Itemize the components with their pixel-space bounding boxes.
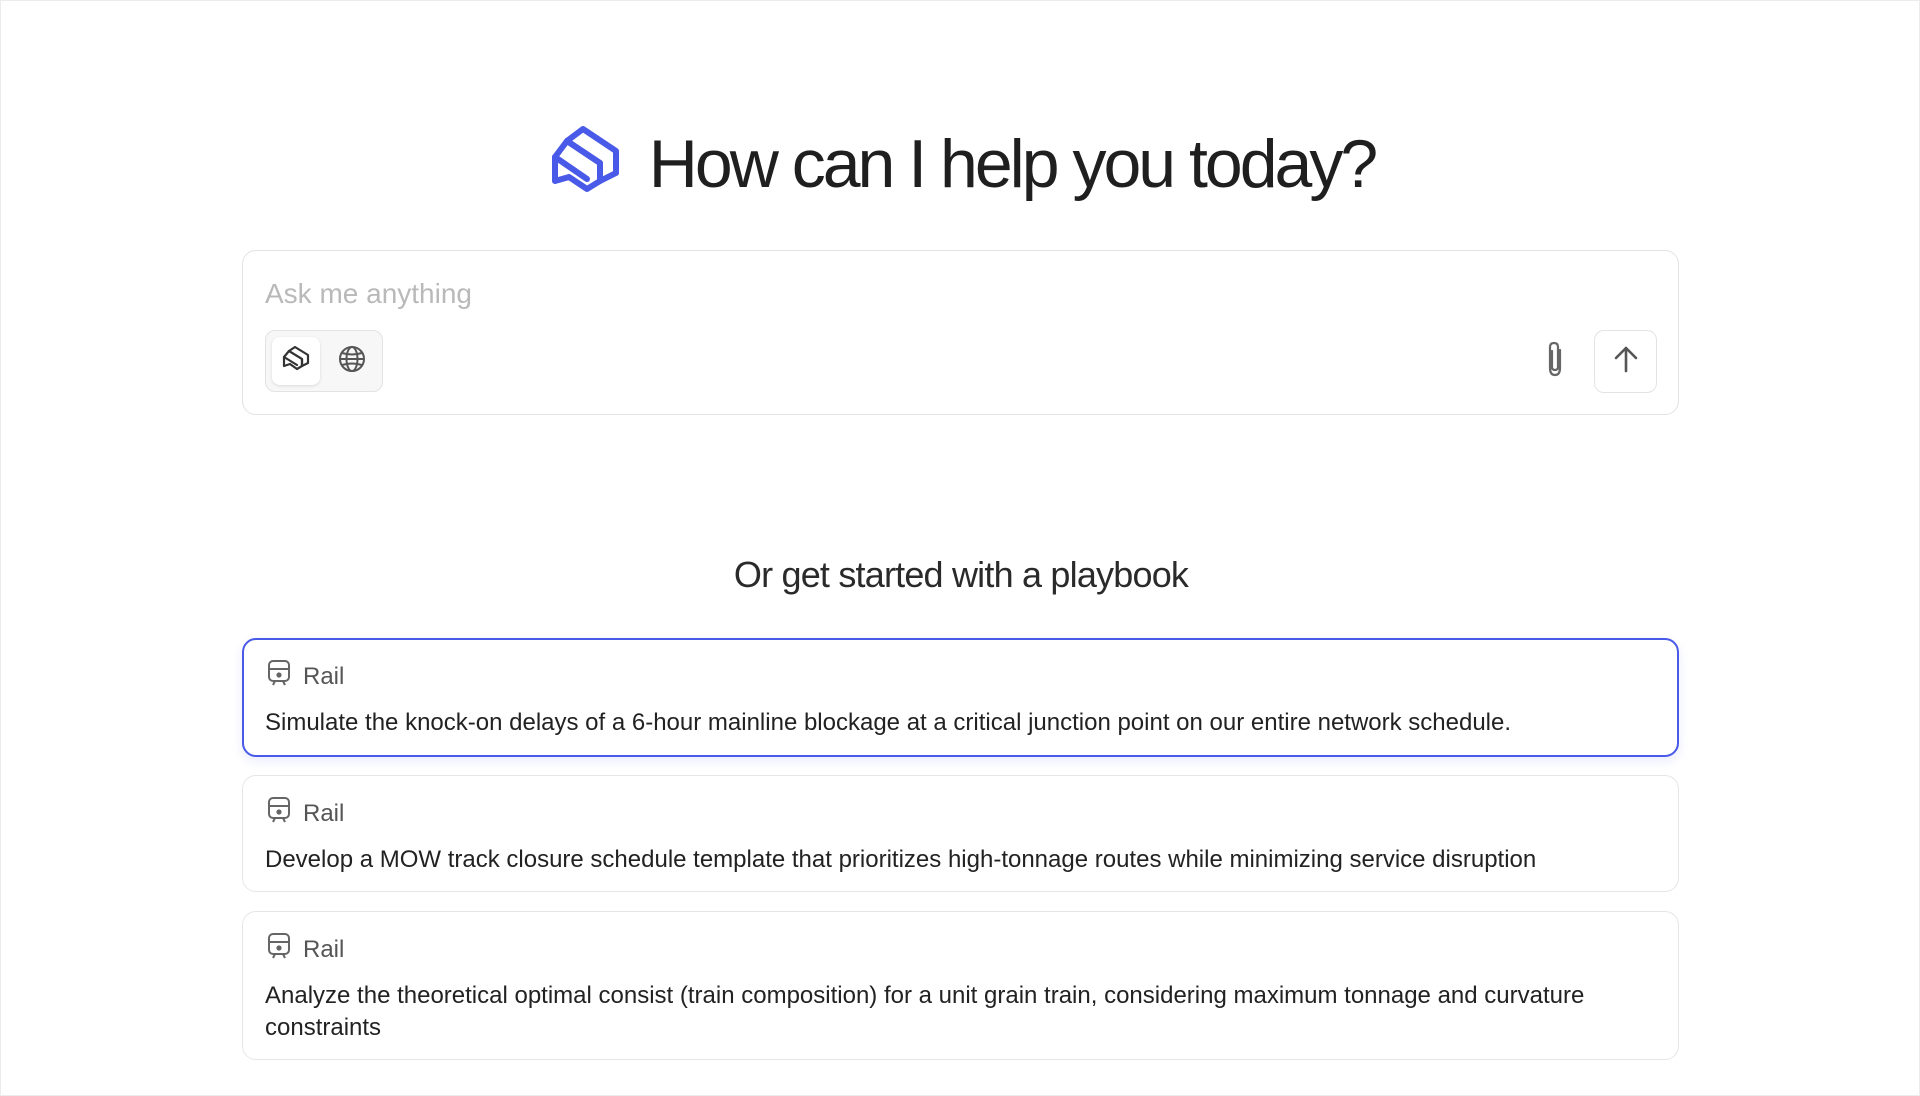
train-icon <box>267 932 291 967</box>
assistant-mode-button[interactable] <box>272 337 320 385</box>
playbook-prompt: Analyze the theoretical optimal consist … <box>265 982 1585 1041</box>
train-icon <box>267 796 291 831</box>
page-title: How can I help you today? <box>648 126 1378 202</box>
web-search-mode-button[interactable] <box>328 337 376 385</box>
category-label: Rail <box>303 662 345 690</box>
prompt-input[interactable] <box>265 277 1565 311</box>
stacked-chat-logo-icon <box>547 125 621 204</box>
hero-header: How can I help you today? <box>1 119 1920 209</box>
playbook-section-heading: Or get started with a playbook <box>733 554 1189 595</box>
chat-composer <box>242 250 1679 415</box>
playbook-prompt: Simulate the knock-on delays of a 6-hour… <box>265 709 1512 736</box>
arrow-up-icon <box>1610 343 1642 380</box>
playbook-card[interactable]: Rail Analyze the theoretical optimal con… <box>242 911 1679 1060</box>
train-icon <box>267 659 291 694</box>
playbook-prompt: Develop a MOW track closure schedule tem… <box>265 846 1537 873</box>
playbook-card[interactable]: Rail Simulate the knock-on delays of a 6… <box>242 638 1679 757</box>
mode-toggle-group <box>265 330 383 392</box>
chat-home-page: How can I help you today? Ask me anythin… <box>0 0 1920 1096</box>
playbook-category: Rail <box>267 659 344 694</box>
category-label: Rail <box>303 935 345 963</box>
stacked-chat-icon <box>281 344 311 379</box>
playbook-card[interactable]: Rail Develop a MOW track closure schedul… <box>242 775 1679 892</box>
playbook-category: Rail <box>267 796 344 831</box>
send-button[interactable] <box>1594 330 1657 393</box>
category-label: Rail <box>303 799 345 827</box>
paperclip-icon <box>1542 340 1568 383</box>
globe-icon <box>337 344 367 379</box>
attach-file-button[interactable] <box>1533 339 1577 383</box>
playbook-category: Rail <box>267 932 344 967</box>
